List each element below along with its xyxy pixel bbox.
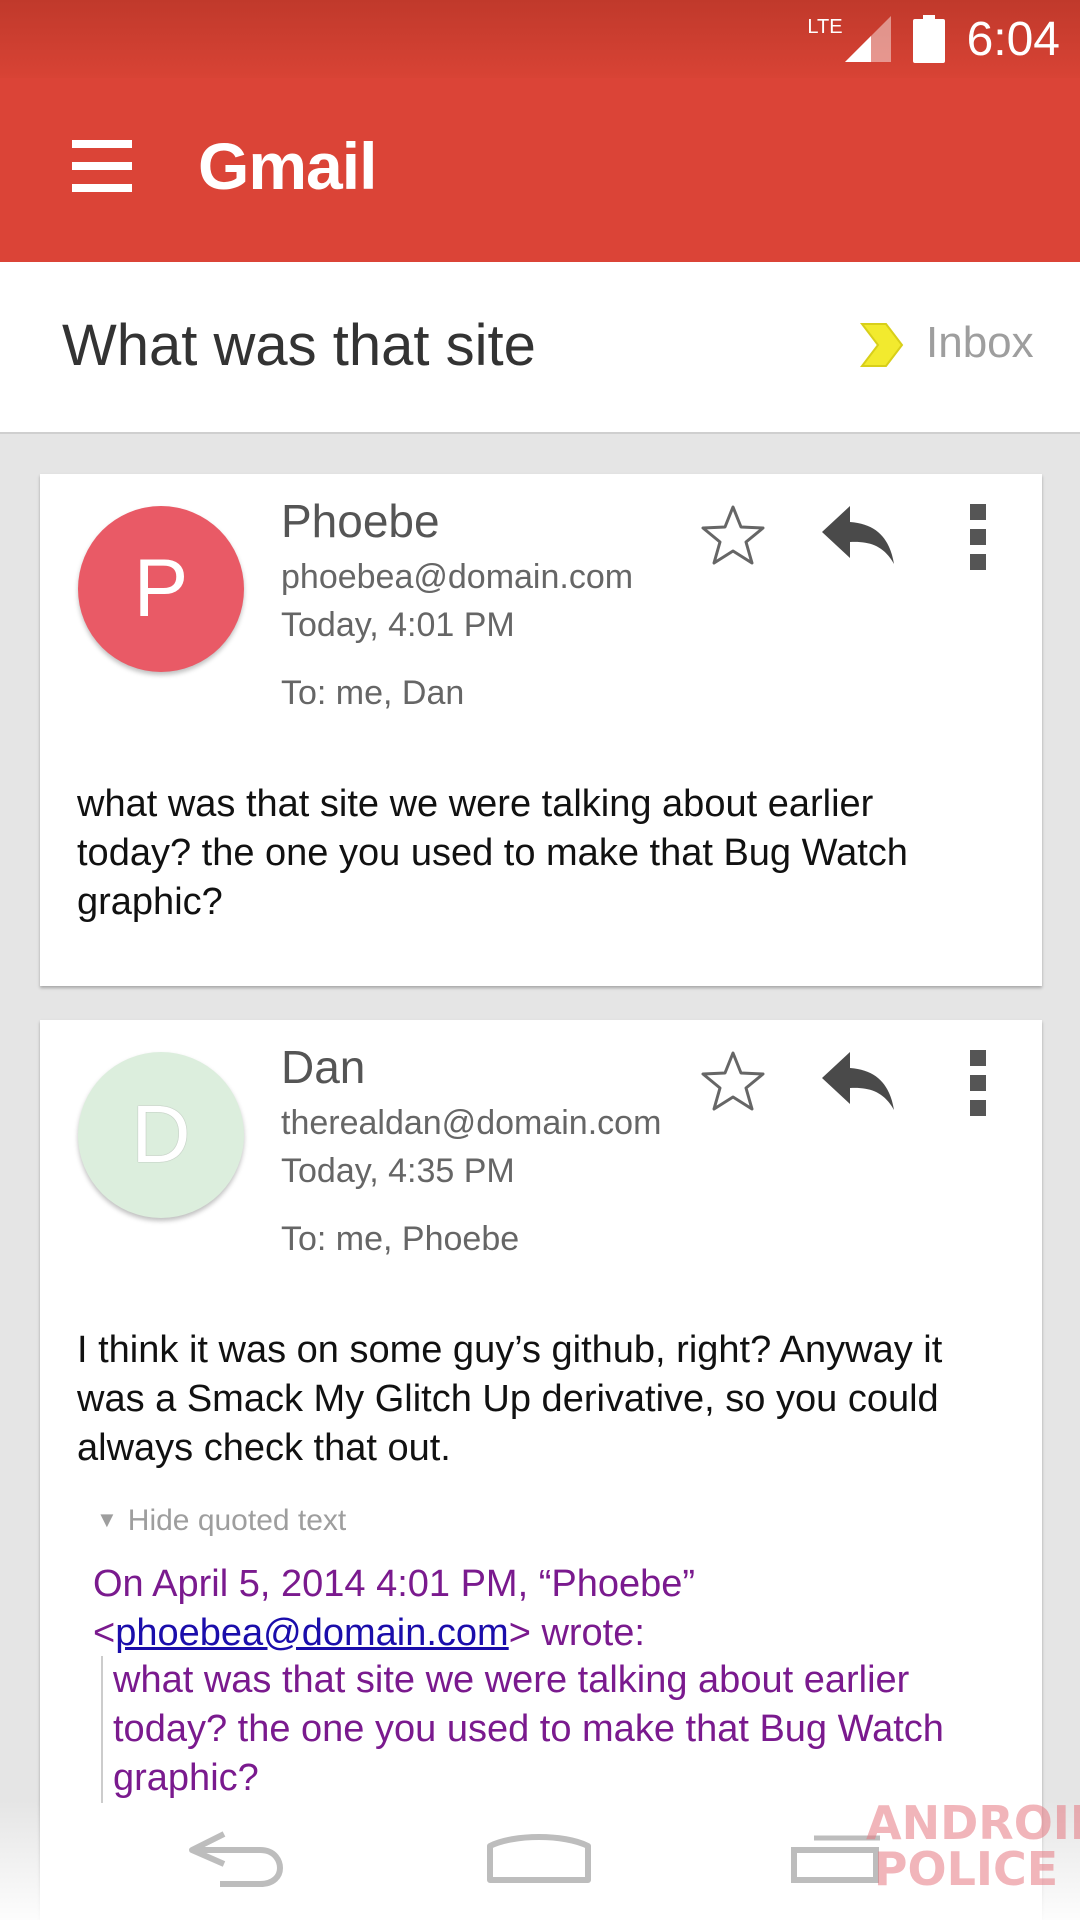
app-title: Gmail: [198, 129, 377, 203]
toolbar: Gmail: [0, 78, 1080, 262]
quote-header: On April 5, 2014 4:01 PM, “Phoebe” <phoe…: [93, 1560, 993, 1658]
message-body: what was that site we were talking about…: [77, 783, 908, 923]
sender-email: therealdan@domain.com: [281, 1104, 662, 1142]
menu-icon[interactable]: [72, 140, 132, 192]
recipients[interactable]: To: me, Phoebe: [281, 1220, 519, 1259]
quote-intro: On April 5, 2014 4:01 PM, “Phoebe”: [93, 1563, 696, 1605]
reply-icon[interactable]: [820, 1050, 896, 1112]
quote-email-link[interactable]: phoebea@domain.com: [115, 1612, 509, 1654]
sender-email: phoebea@domain.com: [281, 558, 634, 596]
recipients[interactable]: To: me, Dan: [281, 674, 464, 713]
hide-quoted-label: Hide quoted text: [127, 1504, 347, 1537]
more-vert-icon[interactable]: [970, 1050, 990, 1116]
watermark-line1: ANDROID: [866, 1796, 1080, 1850]
message-date: Today, 4:01 PM: [281, 606, 515, 644]
message-card: D Dan therealdan@domain.com Today, 4:35 …: [40, 1020, 1042, 1920]
app-bar: LTE 6:04 Gmail: [0, 0, 1080, 262]
triangle-down-icon: ▼: [96, 1507, 118, 1532]
thread-subject: What was that site: [62, 313, 536, 378]
android-police-watermark: ANDROID POLICE: [866, 1796, 1080, 1904]
message-body: I think it was on some guy’s github, rig…: [77, 1329, 943, 1469]
clock: 6:04: [966, 12, 1060, 66]
network-type: LTE: [807, 16, 843, 38]
quoted-text: what was that site we were talking about…: [101, 1656, 981, 1803]
watermark-line2: POLICE: [873, 1842, 1059, 1896]
message-date: Today, 4:35 PM: [281, 1152, 515, 1190]
label-tag-icon: [860, 323, 904, 367]
status-bar: LTE 6:04: [0, 0, 1080, 78]
quote-lt: <: [93, 1612, 116, 1654]
hide-quoted-text-toggle[interactable]: ▼ Hide quoted text: [96, 1504, 346, 1538]
signal-icon: [844, 16, 891, 62]
sender-name: Phoebe: [281, 495, 440, 547]
thread-header: What was that site Inbox: [0, 262, 1080, 434]
avatar[interactable]: D: [78, 1052, 244, 1218]
reply-icon[interactable]: [820, 504, 896, 566]
message-card: P Phoebe phoebea@domain.com Today, 4:01 …: [40, 474, 1042, 986]
sender-name: Dan: [281, 1041, 366, 1093]
status-icons: LTE 6:04: [807, 8, 1060, 70]
more-vert-icon[interactable]: [970, 504, 990, 570]
avatar[interactable]: P: [78, 506, 244, 672]
star-icon[interactable]: [700, 504, 766, 566]
quote-wrote: > wrote:: [508, 1612, 645, 1654]
home-icon[interactable]: [484, 1830, 594, 1886]
star-icon[interactable]: [700, 1050, 766, 1112]
back-icon[interactable]: [184, 1828, 284, 1888]
label-inbox[interactable]: Inbox: [926, 318, 1034, 368]
battery-icon: [912, 15, 945, 63]
